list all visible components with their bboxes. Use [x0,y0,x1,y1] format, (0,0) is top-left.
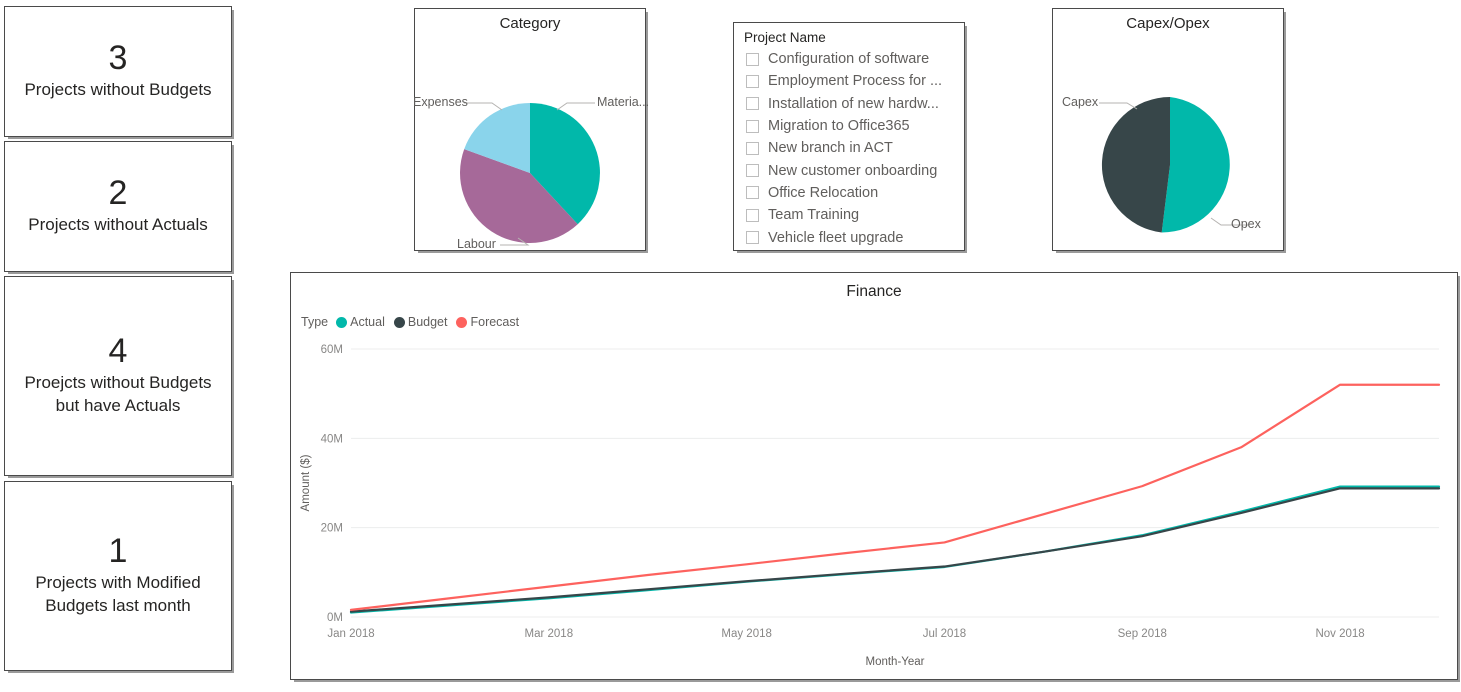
category-pie-visual[interactable]: Category Materia... Expenses Labour [414,8,646,251]
x-axis-tick-label: Sep 2018 [1118,628,1167,640]
finance-chart-title: Finance [291,273,1457,301]
slicer-item-label: New branch in ACT [768,140,893,156]
capex-opex-pie-title: Capex/Opex [1053,9,1283,33]
y-axis-tick-label: 20M [321,523,343,535]
slicer-item[interactable]: Vehicle fleet upgrade [746,226,964,248]
slicer-item[interactable]: Installation of new hardw... [746,93,964,115]
capex-opex-pie-visual[interactable]: Capex/Opex Capex Opex [1052,8,1284,251]
pie-leader-materials [557,103,595,110]
pie-label-opex: Opex [1231,217,1261,231]
checkbox-icon[interactable] [746,75,759,88]
capex-opex-pie-svg [1053,33,1285,248]
slicer-item-label: Office Relocation [768,185,878,201]
legend-label: Budget [408,315,448,329]
checkbox-icon[interactable] [746,186,759,199]
line-series-forecast[interactable] [351,385,1439,610]
kpi-label: Projects without Actuals [28,214,208,237]
checkbox-icon[interactable] [746,231,759,244]
slicer-list: Configuration of software Employment Pro… [734,48,964,253]
x-axis-tick-label: May 2018 [721,628,772,640]
legend-label: Actual [350,315,385,329]
finance-line-chart-visual[interactable]: Finance Type Actual Budget Forecast 0M 20… [290,272,1458,680]
checkbox-icon[interactable] [746,120,759,133]
x-axis-tick-label: Jan 2018 [327,628,374,640]
y-axis-tick-label: 60M [321,344,343,356]
slicer-header: Project Name [734,23,964,48]
legend-label: Forecast [470,315,519,329]
slicer-item[interactable]: Team Training [746,204,964,226]
finance-plot-area: 0M 20M 40M 60M Jan 2018 Mar 2018 May 2018 Jul 2… [291,329,1457,669]
slicer-item[interactable]: New customer onboarding [746,159,964,181]
kpi-label: Projects with Modified Budgets last mont… [13,572,223,618]
x-axis-tick-label: Mar 2018 [525,628,574,640]
legend-dot-icon [336,317,347,328]
x-axis-tick-label: Nov 2018 [1315,628,1364,640]
legend-title: Type [301,315,328,329]
kpi-value: 1 [109,534,128,570]
finance-plot-svg: 0M 20M 40M 60M Jan 2018 Mar 2018 May 2018 Jul 2… [291,329,1459,669]
slicer-item-label: Team Training [768,207,859,223]
x-axis-tick-label: Jul 2018 [923,628,966,640]
slicer-item[interactable]: Migration to Office365 [746,115,964,137]
finance-legend: Type Actual Budget Forecast [291,301,1457,329]
slicer-item-label: New customer onboarding [768,163,937,179]
y-axis-title: Amount ($) [300,454,312,511]
slicer-item-label: Configuration of software [768,51,929,67]
capex-opex-pie-body: Capex Opex [1053,33,1283,246]
pie-leader-capex [1099,103,1137,109]
legend-item-budget[interactable]: Budget [394,315,448,329]
pie-label-materials: Materia... [597,95,649,109]
checkbox-icon[interactable] [746,164,759,177]
pie-slice-capex[interactable] [1102,97,1170,233]
kpi-card-projects-without-budgets-with-actuals[interactable]: 4 Proejcts without Budgets but have Actu… [4,276,232,476]
slicer-item[interactable]: Configuration of software [746,48,964,70]
slicer-item[interactable]: Office Relocation [746,182,964,204]
legend-dot-icon [456,317,467,328]
pie-label-labour: Labour [457,237,496,251]
line-series-budget[interactable] [351,488,1439,611]
x-axis-title: Month-Year [865,656,924,668]
slicer-item-label: Migration to Office365 [768,118,910,134]
y-axis-tick-label: 40M [321,433,343,445]
pie-slice-opex[interactable] [1162,97,1230,233]
pie-label-capex: Capex [1062,95,1098,109]
kpi-card-projects-with-modified-budgets[interactable]: 1 Projects with Modified Budgets last mo… [4,481,232,671]
category-pie-title: Category [415,9,645,33]
checkbox-icon[interactable] [746,209,759,222]
kpi-card-projects-without-actuals[interactable]: 2 Projects without Actuals [4,141,232,272]
checkbox-icon[interactable] [746,53,759,66]
category-pie-body: Materia... Expenses Labour [415,33,645,246]
checkbox-icon[interactable] [746,142,759,155]
legend-item-forecast[interactable]: Forecast [456,315,519,329]
pie-leader-expenses [464,103,502,110]
slicer-item-label: Installation of new hardw... [768,96,939,112]
checkbox-icon[interactable] [746,97,759,110]
kpi-value: 4 [109,334,128,370]
slicer-item[interactable]: Employment Process for ... [746,70,964,92]
slicer-item[interactable]: New branch in ACT [746,137,964,159]
slicer-item-label: Employment Process for ... [768,73,942,89]
kpi-label: Projects without Budgets [24,79,211,102]
legend-dot-icon [394,317,405,328]
category-pie-svg [415,33,647,248]
pie-label-expenses: Expenses [413,95,468,109]
kpi-value: 2 [109,176,128,212]
kpi-card-projects-without-budgets[interactable]: 3 Projects without Budgets [4,6,232,137]
kpi-value: 3 [109,41,128,77]
line-series-actual[interactable] [351,487,1439,613]
legend-item-actual[interactable]: Actual [336,315,385,329]
project-name-slicer[interactable]: Project Name Configuration of software E… [733,22,965,251]
slicer-item-label: Vehicle fleet upgrade [768,230,903,246]
y-axis-tick-label: 0M [327,612,343,624]
kpi-label: Proejcts without Budgets but have Actual… [13,372,223,418]
